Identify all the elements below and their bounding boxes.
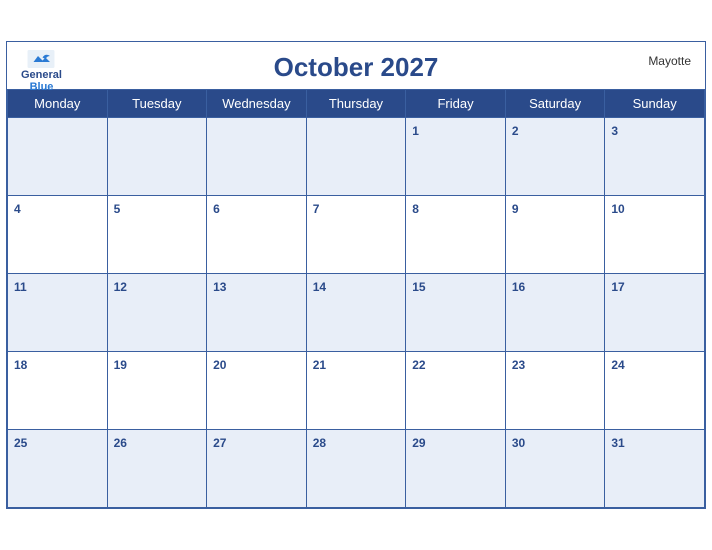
calendar-cell: 9 — [505, 196, 605, 274]
logo: General Blue — [21, 50, 62, 93]
calendar-cell — [207, 118, 307, 196]
calendar-cell — [8, 118, 108, 196]
calendar-cell — [107, 118, 207, 196]
day-number: 17 — [611, 280, 624, 294]
calendar-week-row: 25 26 27 28 29 30 31 — [8, 430, 705, 508]
calendar-cell: 14 — [306, 274, 406, 352]
calendar-cell: 13 — [207, 274, 307, 352]
calendar-cell — [306, 118, 406, 196]
day-number: 29 — [412, 436, 425, 450]
day-number: 25 — [14, 436, 27, 450]
calendar-cell: 4 — [8, 196, 108, 274]
calendar-cell: 22 — [406, 352, 506, 430]
calendar-cell: 10 — [605, 196, 705, 274]
calendar-cell: 6 — [207, 196, 307, 274]
day-number: 4 — [14, 202, 21, 216]
weekday-sunday: Sunday — [605, 90, 705, 118]
day-number: 22 — [412, 358, 425, 372]
calendar-cell: 16 — [505, 274, 605, 352]
day-number: 19 — [114, 358, 127, 372]
calendar-cell: 28 — [306, 430, 406, 508]
day-number: 7 — [313, 202, 320, 216]
calendar-cell: 17 — [605, 274, 705, 352]
calendar-cell: 7 — [306, 196, 406, 274]
calendar-week-row: 18 19 20 21 22 23 24 — [8, 352, 705, 430]
calendar: General Blue October 2027 Mayotte Monday… — [6, 41, 706, 509]
calendar-week-row: 11 12 13 14 15 16 17 — [8, 274, 705, 352]
day-number: 5 — [114, 202, 121, 216]
day-number: 15 — [412, 280, 425, 294]
day-number: 6 — [213, 202, 220, 216]
calendar-header: General Blue October 2027 Mayotte — [7, 42, 705, 89]
region-label: Mayotte — [648, 54, 691, 68]
calendar-table: Monday Tuesday Wednesday Thursday Friday… — [7, 89, 705, 508]
calendar-cell: 27 — [207, 430, 307, 508]
day-number: 1 — [412, 124, 419, 138]
calendar-title: October 2027 — [274, 52, 439, 83]
weekday-monday: Monday — [8, 90, 108, 118]
day-number: 18 — [14, 358, 27, 372]
day-number: 24 — [611, 358, 624, 372]
day-number: 2 — [512, 124, 519, 138]
calendar-cell: 11 — [8, 274, 108, 352]
weekday-header-row: Monday Tuesday Wednesday Thursday Friday… — [8, 90, 705, 118]
logo-blue-text: Blue — [30, 81, 54, 93]
calendar-cell: 31 — [605, 430, 705, 508]
day-number: 11 — [14, 280, 27, 294]
day-number: 27 — [213, 436, 226, 450]
calendar-cell: 20 — [207, 352, 307, 430]
calendar-cell: 3 — [605, 118, 705, 196]
calendar-cell: 30 — [505, 430, 605, 508]
day-number: 23 — [512, 358, 525, 372]
calendar-cell: 29 — [406, 430, 506, 508]
calendar-week-row: 4 5 6 7 8 9 10 — [8, 196, 705, 274]
day-number: 10 — [611, 202, 624, 216]
calendar-cell: 15 — [406, 274, 506, 352]
day-number: 26 — [114, 436, 127, 450]
calendar-cell: 1 — [406, 118, 506, 196]
logo-icon — [27, 50, 55, 68]
weekday-friday: Friday — [406, 90, 506, 118]
calendar-cell: 12 — [107, 274, 207, 352]
logo-general-text: General — [21, 69, 62, 81]
calendar-cell: 18 — [8, 352, 108, 430]
weekday-tuesday: Tuesday — [107, 90, 207, 118]
calendar-cell: 21 — [306, 352, 406, 430]
day-number: 9 — [512, 202, 519, 216]
weekday-thursday: Thursday — [306, 90, 406, 118]
weekday-wednesday: Wednesday — [207, 90, 307, 118]
calendar-cell: 8 — [406, 196, 506, 274]
calendar-cell: 24 — [605, 352, 705, 430]
day-number: 28 — [313, 436, 326, 450]
day-number: 3 — [611, 124, 618, 138]
calendar-cell: 19 — [107, 352, 207, 430]
day-number: 14 — [313, 280, 326, 294]
calendar-cell: 5 — [107, 196, 207, 274]
day-number: 31 — [611, 436, 624, 450]
day-number: 20 — [213, 358, 226, 372]
calendar-week-row: 1 2 3 — [8, 118, 705, 196]
day-number: 16 — [512, 280, 525, 294]
day-number: 21 — [313, 358, 326, 372]
calendar-cell: 25 — [8, 430, 108, 508]
weekday-saturday: Saturday — [505, 90, 605, 118]
calendar-cell: 23 — [505, 352, 605, 430]
day-number: 12 — [114, 280, 127, 294]
calendar-cell: 2 — [505, 118, 605, 196]
calendar-cell: 26 — [107, 430, 207, 508]
day-number: 8 — [412, 202, 419, 216]
day-number: 30 — [512, 436, 525, 450]
day-number: 13 — [213, 280, 226, 294]
